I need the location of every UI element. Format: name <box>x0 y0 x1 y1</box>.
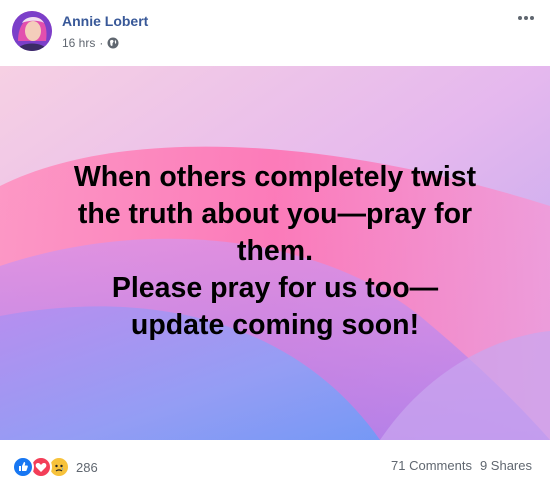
post-text-line: them. <box>236 235 313 267</box>
post-text-line: When others completely twist <box>73 161 477 193</box>
more-horizontal-icon[interactable] <box>516 13 536 23</box>
post-text: When others completely twist the truth a… <box>20 159 530 344</box>
avatar-image <box>12 11 52 51</box>
post-footer: 286 71 Comments 9 Shares <box>0 440 550 494</box>
globe-icon[interactable] <box>107 37 119 49</box>
shares-link[interactable]: 9 Shares <box>480 458 532 473</box>
post-text-line: Please pray for us too— <box>111 272 439 304</box>
comments-link[interactable]: 71 Comments <box>391 458 472 473</box>
reaction-count: 286 <box>76 459 98 475</box>
engagement-stats: 71 Comments 9 Shares <box>391 458 532 473</box>
post-card: Annie Lobert 16 hrs · When others comple… <box>0 0 550 494</box>
post-text-line: update coming soon! <box>130 309 420 341</box>
post-text-line: the truth about you—pray for <box>77 198 473 230</box>
avatar[interactable] <box>12 11 52 51</box>
post-time[interactable]: 16 hrs <box>62 36 95 50</box>
post-header: Annie Lobert 16 hrs · <box>0 0 550 66</box>
post-meta: 16 hrs · <box>62 36 119 50</box>
author-name[interactable]: Annie Lobert <box>62 13 148 29</box>
post-content-image[interactable]: When others completely twist the truth a… <box>0 66 550 440</box>
like-icon <box>12 456 34 478</box>
meta-separator: · <box>99 36 104 50</box>
reactions-summary[interactable]: 286 <box>12 456 98 478</box>
